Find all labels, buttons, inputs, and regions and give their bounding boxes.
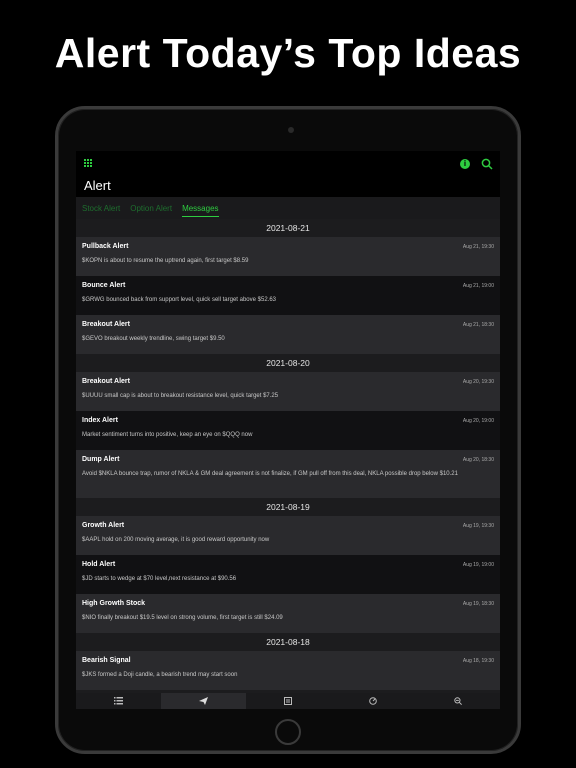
- message-timestamp: Aug 19, 19:30: [462, 523, 494, 529]
- page-title: Alert: [84, 178, 111, 193]
- message-title: Breakout Alert: [82, 321, 130, 328]
- message-title: Breakout Alert: [82, 378, 130, 385]
- message-text: $UUUU small cap is about to breakout res…: [82, 393, 279, 399]
- top-bar: i: [76, 157, 500, 175]
- send-icon[interactable]: [160, 693, 246, 709]
- message-timestamp: Aug 19, 18:30: [462, 601, 494, 607]
- message-row[interactable]: Breakout Alert Aug 21, 18:30 $GEVO breakou…: [76, 315, 500, 354]
- tab-option-alert[interactable]: Option Alert: [130, 200, 172, 216]
- message-text: $JD starts to wedge at $70 level,next re…: [82, 576, 237, 582]
- info-icon[interactable]: i: [460, 159, 470, 169]
- search-icon[interactable]: [481, 158, 493, 170]
- message-feed[interactable]: 2021-08-21 Pullback Alert Aug 21, 19:30 $KO…: [76, 219, 500, 709]
- message-timestamp: Aug 18, 19:30: [462, 658, 494, 664]
- message-row[interactable]: Growth Alert Aug 19, 19:30 $AAPL hold on 2…: [76, 516, 500, 555]
- message-timestamp: Aug 21, 18:30: [462, 322, 494, 328]
- message-timestamp: Aug 21, 19:00: [462, 283, 494, 289]
- home-button[interactable]: [275, 719, 301, 745]
- message-text: $AAPL hold on 200 moving average, it is …: [82, 537, 270, 543]
- message-row[interactable]: Pullback Alert Aug 21, 19:30 $KOPN is abou…: [76, 237, 500, 276]
- message-text: $KOPN is about to resume the uptrend aga…: [82, 258, 249, 264]
- date-header: 2021-08-19: [76, 498, 500, 516]
- message-row[interactable]: Bearish Signal Aug 18, 19:30 $JKS formed a…: [76, 651, 500, 690]
- message-row[interactable]: Bounce Alert Aug 21, 19:00 $GRWG bounced b…: [76, 276, 500, 315]
- message-title: Hold Alert: [82, 561, 116, 568]
- tab-messages[interactable]: Messages: [182, 200, 219, 217]
- tab-stock-alert[interactable]: Stock Alert: [82, 200, 120, 216]
- message-text: $GEVO breakout weekly trendline, swing t…: [82, 336, 225, 342]
- zoom-out-icon[interactable]: [415, 693, 500, 709]
- promo-headline: Alert Today’s Top Ideas: [54, 30, 522, 76]
- message-text: $GRWG bounced back from support level, q…: [82, 297, 276, 303]
- message-title: Pullback Alert: [82, 243, 129, 250]
- message-row[interactable]: Index Alert Aug 20, 19:00 Market sentiment…: [76, 411, 500, 450]
- message-title: Bearish Signal: [82, 657, 131, 664]
- message-title: Bounce Alert: [82, 282, 126, 289]
- message-title: Dump Alert: [82, 456, 120, 463]
- message-row[interactable]: Hold Alert Aug 19, 19:00 $JD starts to wed…: [76, 555, 500, 594]
- message-text: $NIO finally breakout $19.5 level on str…: [82, 615, 283, 621]
- message-text: Avoid $NKLA bounce trap, rumor of NKLA &…: [82, 471, 458, 477]
- message-title: Index Alert: [82, 417, 118, 424]
- message-row[interactable]: Dump Alert Aug 20, 18:30 Avoid $NKLA bounc…: [76, 450, 500, 498]
- message-timestamp: Aug 19, 19:00: [462, 562, 494, 568]
- message-timestamp: Aug 20, 19:30: [462, 379, 494, 385]
- news-icon[interactable]: [246, 693, 331, 709]
- bottom-nav: [76, 693, 500, 709]
- message-timestamp: Aug 20, 19:00: [462, 418, 494, 424]
- message-text: Market sentiment turns into positive, ke…: [82, 432, 253, 438]
- app-screen: i Alert Stock Alert Option Alert Message…: [76, 151, 500, 709]
- tab-bar: Stock Alert Option Alert Messages: [76, 197, 500, 219]
- date-header: 2021-08-21: [76, 219, 500, 237]
- list-icon[interactable]: [76, 693, 161, 709]
- message-row[interactable]: Breakout Alert Aug 20, 19:30 $UUUU small c…: [76, 372, 500, 411]
- message-row[interactable]: High Growth Stock Aug 19, 18:30 $NIO final…: [76, 594, 500, 633]
- message-timestamp: Aug 21, 19:30: [462, 244, 494, 250]
- message-timestamp: Aug 20, 18:30: [462, 457, 494, 463]
- message-title: High Growth Stock: [82, 600, 145, 607]
- camera-dot: [288, 127, 294, 133]
- date-header: 2021-08-18: [76, 633, 500, 651]
- message-text: $JKS formed a Doji candle, a bearish tre…: [82, 672, 238, 678]
- gauge-icon[interactable]: [330, 693, 415, 709]
- grid-menu-icon[interactable]: [84, 159, 93, 168]
- message-title: Growth Alert: [82, 522, 125, 529]
- date-header: 2021-08-20: [76, 354, 500, 372]
